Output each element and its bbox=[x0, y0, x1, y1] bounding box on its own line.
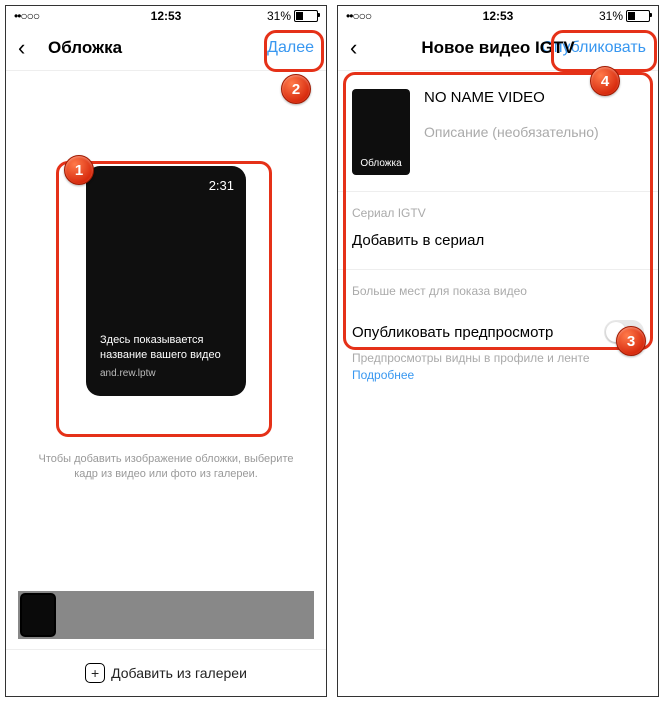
nav-bar: ‹ Новое видео IGTV Опубликовать bbox=[338, 26, 658, 71]
battery-icon bbox=[294, 10, 318, 22]
add-to-series-button[interactable]: Добавить в сериал bbox=[352, 228, 644, 253]
preview-sub: Предпросмотры видны в профиле и ленте bbox=[352, 351, 590, 365]
back-icon[interactable]: ‹ bbox=[350, 35, 370, 61]
page-title: Обложка bbox=[48, 38, 122, 58]
cover-caption: Здесь показывается название вашего видео bbox=[100, 333, 232, 363]
publish-preview-label: Опубликовать предпросмотр bbox=[352, 324, 553, 341]
next-button[interactable]: Далее bbox=[267, 39, 314, 57]
learn-more-link[interactable]: Подробнее bbox=[352, 368, 414, 382]
publish-preview-toggle[interactable] bbox=[604, 320, 644, 344]
more-section-label: Больше мест для показа видео bbox=[352, 284, 644, 298]
add-gallery-label: Добавить из галереи bbox=[111, 665, 247, 681]
status-time: 12:53 bbox=[151, 9, 182, 23]
status-bar: ••○○○ 12:53 31% bbox=[338, 6, 658, 26]
cover-user: and.rew.lptw bbox=[100, 367, 232, 381]
frame-strip[interactable] bbox=[18, 591, 314, 639]
frame-rest[interactable] bbox=[58, 591, 314, 639]
video-title-field[interactable]: NO NAME VIDEO bbox=[424, 89, 644, 106]
signal-icon: ••○○○ bbox=[14, 9, 39, 23]
add-from-gallery-button[interactable]: + Добавить из галереи bbox=[6, 649, 326, 696]
video-duration: 2:31 bbox=[209, 178, 234, 193]
plus-icon: + bbox=[85, 663, 105, 683]
frame-thumb[interactable] bbox=[20, 593, 56, 637]
phone-left: ••○○○ 12:53 31% ‹ Обложка Далее 2:31 Зде… bbox=[5, 5, 327, 697]
video-description-field[interactable]: Описание (необязательно) bbox=[424, 124, 644, 140]
cover-hint: Чтобы добавить изображение обложки, выбе… bbox=[6, 452, 326, 483]
nav-bar: ‹ Обложка Далее bbox=[6, 26, 326, 71]
battery-pct: 31% bbox=[599, 9, 623, 23]
phone-right: ••○○○ 12:53 31% ‹ Новое видео IGTV Опубл… bbox=[337, 5, 659, 697]
status-bar: ••○○○ 12:53 31% bbox=[6, 6, 326, 26]
signal-icon: ••○○○ bbox=[346, 9, 371, 23]
status-time: 12:53 bbox=[483, 9, 514, 23]
cover-preview[interactable]: 2:31 Здесь показывается название вашего … bbox=[86, 166, 246, 396]
page-title: Новое видео IGTV bbox=[421, 38, 574, 58]
battery-icon bbox=[626, 10, 650, 22]
back-icon[interactable]: ‹ bbox=[18, 35, 38, 61]
battery-pct: 31% bbox=[267, 9, 291, 23]
cover-thumbnail[interactable]: Обложка bbox=[352, 89, 410, 175]
series-section-label: Сериал IGTV bbox=[352, 206, 644, 220]
